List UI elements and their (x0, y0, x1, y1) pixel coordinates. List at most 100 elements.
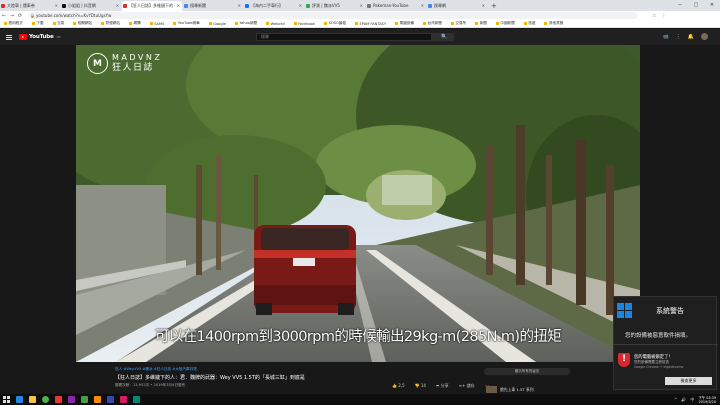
taskbar-ie-icon[interactable] (16, 396, 23, 403)
url-input[interactable]: 🔒 youtube.com/watch?v=KvYDtuUgsYw (28, 12, 638, 19)
bookmark-item[interactable]: 交易所 (450, 21, 466, 26)
bookmark-item[interactable]: Facebook (293, 22, 315, 26)
taskbar-app-icon[interactable] (68, 396, 75, 403)
start-button[interactable] (3, 396, 10, 403)
video-frame (76, 45, 640, 362)
maximize-button[interactable]: □ (688, 0, 704, 11)
tab-close-icon[interactable]: ✕ (238, 3, 241, 8)
next-up-title: 搶先上車 1.5T 系列 (500, 386, 534, 392)
bookmark-item[interactable]: Yahoo新聞 (234, 21, 257, 26)
volume-icon[interactable]: 🔊 (681, 397, 686, 402)
browser-menu-icon[interactable]: ⋮ (661, 13, 666, 19)
check-more-button[interactable]: 檢查更多 (665, 377, 712, 385)
tab-close-icon[interactable]: ✕ (299, 3, 302, 8)
tab-favicon-icon (428, 3, 432, 8)
dislike-button[interactable]: 👎 14 (415, 383, 426, 389)
share-button[interactable]: ➦ 分享 (436, 383, 449, 389)
apps-grid-icon[interactable]: ⋮ (676, 34, 681, 40)
bookmark-item[interactable]: EPAM FANTASY (355, 22, 386, 26)
user-avatar[interactable] (701, 33, 708, 40)
bookmark-item[interactable]: 台灣新聞 (423, 21, 442, 26)
browser-tab[interactable]: 小姐姐 | 抖音網 ✕ (61, 1, 121, 11)
bookmark-item[interactable]: 下載 (31, 21, 44, 26)
bookmark-item[interactable]: SAMS (149, 22, 164, 26)
taskbar-app-icon[interactable] (94, 396, 101, 403)
bookmark-folder-icon (450, 22, 454, 25)
tab-favicon-icon (62, 3, 66, 8)
taskbar-chrome-icon[interactable] (42, 396, 49, 403)
bookmark-item[interactable]: SOSO論壇 (324, 21, 346, 26)
input-method-icon[interactable]: 中 (690, 397, 694, 403)
bookmark-item[interactable]: 新聞 (475, 21, 487, 26)
new-tab-button[interactable]: + (491, 2, 497, 10)
browser-tab-active[interactable]: 【狂人日誌】多維鏈下的人 ✕ (122, 0, 182, 11)
browser-tab-strip: 大陸車 | 懂車帝 ✕ 小姐姐 | 抖音網 ✕ 【狂人日誌】多維鏈下的人 ✕ 搜尋新聞… (0, 0, 720, 11)
show-comments-chip[interactable]: 顯示所有的留言 (484, 368, 570, 375)
browser-tab[interactable]: 搜尋新聞 ✕ (183, 1, 243, 11)
browser-tab[interactable]: 大陸車 | 懂車帝 ✕ (0, 1, 60, 11)
taskbar-app-icon[interactable] (120, 396, 127, 403)
taskbar-app-icon[interactable] (133, 396, 140, 403)
like-button[interactable]: 👍 2,5 (392, 383, 405, 389)
next-up-item[interactable]: 搶先上車 1.5T 系列 (486, 386, 534, 393)
warning-message: 您的設備被惡意軟件損壞。 (625, 333, 692, 339)
tab-favicon-icon (306, 3, 310, 8)
close-window-button[interactable]: ✕ (704, 0, 720, 11)
bookmarks-bar: 應用程式 下載 交易 相關網站 財經網站 網購 SAMS YouTube精華 Google Yah… (0, 20, 720, 28)
bookmark-item[interactable]: Google (208, 22, 226, 26)
tray-expand-icon[interactable]: ^ (674, 397, 677, 402)
search-input[interactable]: 搜尋 (256, 33, 432, 41)
notifications-bell-icon[interactable]: 🔔 (688, 34, 694, 40)
taskbar-app-icon[interactable] (81, 396, 88, 403)
taskbar-app-icon[interactable] (55, 396, 62, 403)
youtube-logo[interactable]: YouTube TW (19, 34, 61, 40)
red-suv (254, 225, 356, 315)
windows-logo-icon (617, 303, 632, 318)
tab-close-icon[interactable]: ✕ (360, 3, 363, 8)
bookmark-item[interactable]: 其他書籤 (544, 21, 563, 26)
video-player[interactable]: M MADVNZ 狂人日誌 可以在1400rpm到3000rpm的時候輸出29k… (76, 45, 640, 362)
tab-close-icon[interactable]: ✕ (482, 3, 485, 8)
bookmark-folder-icon (324, 22, 328, 25)
bookmark-folder-icon (101, 22, 105, 25)
bookmark-star-icon[interactable]: ☆ (652, 13, 656, 19)
bookmark-folder-icon (293, 22, 297, 25)
bookmark-item[interactable]: 相關網站 (73, 21, 92, 26)
clock[interactable]: 下午 03:39 2019/3/20 (698, 396, 716, 404)
bookmark-item[interactable]: 旅遊 (523, 21, 535, 26)
tab-close-icon[interactable]: ✕ (421, 3, 424, 8)
save-button[interactable]: ≡+ 儲存 (459, 383, 475, 389)
video-title: 【狂人日誌】多維鏈下的人：君．魏牌的武器：Wey VV5 1.5T的「長城三缸」… (115, 375, 305, 381)
bookmark-item[interactable]: 電腦設備 (395, 21, 414, 26)
taskbar-app-icon[interactable] (107, 396, 114, 403)
tab-close-icon[interactable]: ✕ (177, 3, 180, 8)
browser-tab[interactable]: 【海內二手車行】 ✕ (244, 1, 304, 11)
bookmark-folder-icon (173, 22, 177, 25)
channel-watermark: M MADVNZ 狂人日誌 (87, 53, 162, 74)
browser-tab[interactable]: 搜尋網 ✕ (427, 1, 487, 11)
clock-time: 下午 03:39 (698, 395, 716, 400)
bookmark-folder-icon (266, 22, 270, 25)
bookmark-item[interactable]: 中國新聞 (495, 21, 515, 26)
search-button[interactable]: 🔍 (432, 33, 454, 41)
bookmark-item[interactable]: Webcell (266, 22, 285, 26)
tab-close-icon[interactable]: ✕ (116, 3, 119, 8)
video-hashtags[interactable]: 狂人 #WeyVV5 #魏派 #狂人日誌 #大陸汽車評測 (115, 367, 197, 372)
bookmark-item[interactable]: 財經網站 (101, 21, 120, 26)
browser-tab[interactable]: Pakeman-YouTube ✕ (366, 1, 426, 11)
reload-button[interactable]: ⟳ (16, 13, 24, 19)
forward-button[interactable]: → (8, 13, 16, 19)
minimize-button[interactable]: ─ (672, 0, 688, 11)
browser-tab[interactable]: 評測 | 魏派VV5 ✕ (305, 1, 365, 11)
bookmark-item[interactable]: YouTube精華 (173, 21, 200, 26)
system-tray: ^ 🔊 中 下午 03:39 2019/3/20 (674, 394, 716, 405)
bookmark-item[interactable]: 應用程式 (4, 21, 23, 26)
bookmark-folder-icon (234, 22, 238, 25)
create-video-icon[interactable]: 📹 (663, 34, 669, 40)
taskbar-folder-icon[interactable] (29, 396, 36, 403)
bookmark-item[interactable]: 網購 (129, 21, 141, 26)
menu-hamburger-icon[interactable] (6, 34, 12, 40)
bookmark-item[interactable]: 交易 (52, 21, 64, 26)
tab-close-icon[interactable]: ✕ (55, 3, 58, 8)
back-button[interactable]: ← (0, 13, 8, 19)
